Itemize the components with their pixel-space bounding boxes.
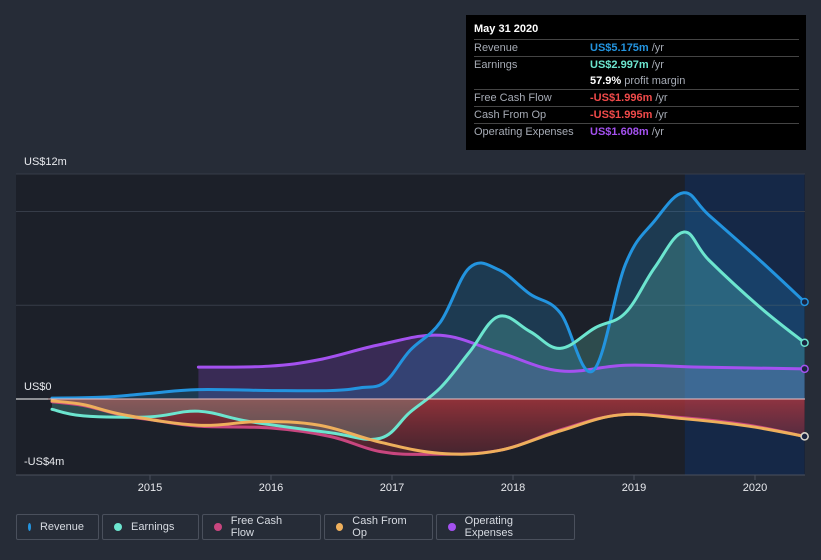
- tooltip-label: Operating Expenses: [474, 126, 574, 138]
- tooltip-value: US$1.608m: [590, 126, 649, 138]
- operating-expenses-end-marker[interactable]: [800, 364, 809, 374]
- tooltip-row-fcf: Free Cash Flow -US$1.996m /yr: [474, 90, 799, 107]
- x-tick-label: 2018: [500, 482, 526, 494]
- x-tick-label: 2019: [621, 482, 647, 494]
- tooltip-value: US$5.175m: [590, 42, 649, 54]
- tooltip-label: Earnings: [474, 59, 518, 71]
- x-tick-label: 2017: [379, 482, 405, 494]
- legend-label: Operating Expenses: [464, 515, 513, 539]
- tooltip-panel: May 31 2020 Revenue US$5.175m /yr Earnin…: [466, 15, 806, 150]
- tooltip-value: US$2.997m: [590, 59, 649, 71]
- tooltip-value: 57.9%: [590, 75, 622, 87]
- tooltip-value: -US$1.995m: [590, 109, 653, 121]
- y-tick-label: US$12m: [24, 156, 67, 168]
- tooltip-row-opex: Operating Expenses US$1.608m /yr: [474, 124, 799, 140]
- legend-label: Earnings: [131, 521, 175, 533]
- tooltip-unit: /yr: [651, 42, 664, 54]
- legend-dot-icon: [336, 523, 344, 531]
- tooltip-unit: /yr: [655, 92, 668, 104]
- tooltip-date: May 31 2020: [474, 23, 799, 40]
- revenue-end-marker[interactable]: [800, 297, 809, 307]
- tooltip-label: Free Cash Flow: [474, 92, 552, 104]
- tooltip-row-revenue: Revenue US$5.175m /yr: [474, 40, 799, 57]
- tooltip-label: Cash From Op: [474, 109, 547, 121]
- x-tick-label: 2015: [137, 482, 163, 494]
- legend-item-earnings[interactable]: Earnings: [102, 514, 199, 540]
- tooltip-row-cfo: Cash From Op -US$1.995m /yr: [474, 107, 799, 124]
- tooltip-row-profit-margin: 57.9% profit margin: [474, 73, 799, 90]
- tooltip-unit: /yr: [655, 109, 668, 121]
- tooltip-unit: profit margin: [624, 75, 686, 87]
- legend-label: Cash From Op: [352, 515, 407, 539]
- legend-dot-icon: [28, 523, 31, 531]
- tooltip-row-earnings: Earnings US$2.997m /yr: [474, 57, 799, 73]
- x-tick-label: 2016: [258, 482, 284, 494]
- tooltip-unit: /yr: [651, 126, 664, 138]
- cash-from-op-end-marker[interactable]: [800, 432, 809, 441]
- legend-dot-icon: [214, 523, 222, 531]
- legend-item-cash-from-op[interactable]: Cash From Op: [324, 514, 433, 540]
- tooltip-label: Revenue: [474, 42, 519, 54]
- legend-item-operating-expenses[interactable]: Operating Expenses: [436, 514, 575, 540]
- tooltip-label: [474, 73, 590, 89]
- legend: Revenue Earnings Free Cash Flow Cash Fro…: [16, 514, 575, 540]
- legend-label: Free Cash Flow: [230, 515, 283, 539]
- tooltip-unit: /yr: [651, 59, 664, 71]
- x-tick-label: 2020: [742, 482, 768, 494]
- legend-dot-icon: [448, 523, 456, 531]
- legend-item-revenue[interactable]: Revenue: [16, 514, 99, 540]
- legend-item-free-cash-flow[interactable]: Free Cash Flow: [202, 514, 321, 540]
- legend-label: Revenue: [39, 521, 84, 533]
- tooltip-value: -US$1.996m: [590, 92, 653, 104]
- legend-dot-icon: [114, 523, 122, 531]
- earnings-end-marker[interactable]: [800, 338, 809, 348]
- y-tick-label: -US$4m: [24, 456, 65, 468]
- y-tick-label: US$0: [24, 381, 52, 393]
